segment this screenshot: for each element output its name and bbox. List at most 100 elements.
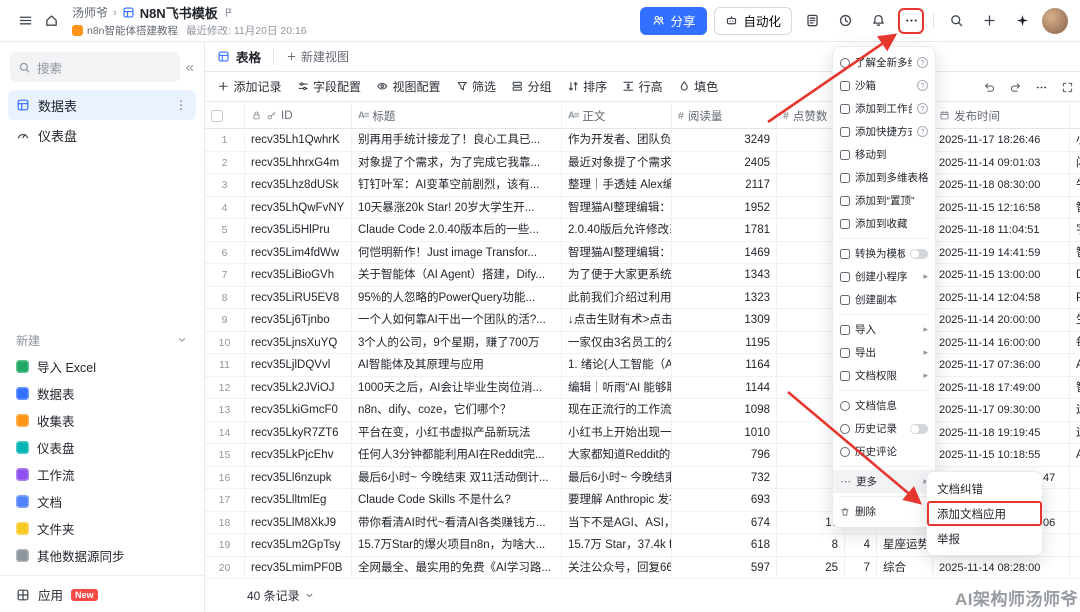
cell-time[interactable]: 2025-11-17 18:26:46	[933, 129, 1070, 151]
cell-title[interactable]: 1000天之后，AI会让毕业生岗位消...	[352, 377, 562, 399]
cell-time[interactable]: 2025-11-18 19:19:45	[933, 422, 1070, 444]
expand-button[interactable]	[1061, 81, 1074, 94]
cell-body[interactable]: 现在正流行的工作流项目...	[562, 399, 672, 421]
cell-views[interactable]: 1781	[672, 219, 777, 241]
column-header-num[interactable]	[205, 102, 245, 129]
cell-title[interactable]: 钉钉叶军：AI变革空前剧烈，该有...	[352, 174, 562, 196]
cell-extra[interactable]: 智	[1070, 242, 1080, 264]
cell-num[interactable]: 19	[205, 534, 245, 556]
cell-time[interactable]: 2025-11-18 17:49:00	[933, 377, 1070, 399]
cell-id[interactable]: recv35LhQwFvNY	[245, 197, 352, 219]
sidebar-new-section[interactable]: 新建	[0, 327, 204, 353]
cell-views[interactable]: 796	[672, 444, 777, 466]
menu-item-18[interactable]: 历史记录	[833, 417, 935, 440]
menu-item-9[interactable]: 转换为模板	[833, 242, 935, 265]
cell-time[interactable]: 2025-11-17 07:36:00	[933, 354, 1070, 376]
cell-body[interactable]: 1. 绪论(人工智能（AI）...	[562, 354, 672, 376]
cell-category[interactable]: 综合	[877, 557, 933, 579]
cell-num[interactable]: 16	[205, 467, 245, 489]
cell-views[interactable]: 1343	[672, 264, 777, 286]
share-button[interactable]: 分享	[640, 7, 707, 35]
cell-id[interactable]: recv35Ll6nzupk	[245, 467, 352, 489]
cell-id[interactable]: recv35Lhz8dUSk	[245, 174, 352, 196]
cell-num[interactable]: 11	[205, 354, 245, 376]
more-button[interactable]	[898, 8, 924, 34]
cell-id[interactable]: recv35Lk2JViOJ	[245, 377, 352, 399]
ai-sparkle-button[interactable]	[1009, 8, 1035, 34]
cell-time[interactable]: 2025-11-14 09:01:03	[933, 152, 1070, 174]
cell-views[interactable]: 618	[672, 534, 777, 556]
cell-body[interactable]: 关注公众号，回复666...	[562, 557, 672, 579]
doc-template-button[interactable]	[799, 8, 825, 34]
cell-views[interactable]: 1144	[672, 377, 777, 399]
menu-item-23[interactable]: 删除	[833, 500, 935, 523]
cell-num[interactable]: 2	[205, 152, 245, 174]
cell-views[interactable]: 674	[672, 512, 777, 534]
cell-extra[interactable]	[1070, 512, 1080, 534]
cell-body[interactable]: 编辑｜听雨“AI 能够取代...	[562, 377, 672, 399]
automation-button[interactable]: 自动化	[714, 7, 792, 35]
sidebar-new-item-2[interactable]: 收集表	[0, 407, 204, 434]
cell-views[interactable]: 1309	[672, 309, 777, 331]
cell-body[interactable]: 当下不是AGI、ASI，只...	[562, 512, 672, 534]
column-header-id[interactable]: ID	[245, 102, 352, 129]
cell-id[interactable]: recv35LhhrxG4m	[245, 152, 352, 174]
cell-title[interactable]: AI智能体及其原理与应用	[352, 354, 562, 376]
cell-comments[interactable]: 7	[845, 557, 877, 579]
cell-title[interactable]: 平台在变，小红书虚拟产品新玩法	[352, 422, 562, 444]
cell-title[interactable]: 全网最全、最实用的免费《AI学习路...	[352, 557, 562, 579]
cell-likes[interactable]: 8	[777, 534, 845, 556]
cell-views[interactable]: 597	[672, 557, 777, 579]
cell-id[interactable]: recv35LiBioGVh	[245, 264, 352, 286]
column-header-time[interactable]: 发布时间	[933, 102, 1070, 129]
cell-title[interactable]: 95%的人忽略的PowerQuery功能...	[352, 287, 562, 309]
cell-id[interactable]: recv35Lm2GpTsy	[245, 534, 352, 556]
cell-views[interactable]: 3249	[672, 129, 777, 151]
cell-time[interactable]: 2025-11-17 09:30:00	[933, 399, 1070, 421]
cell-body[interactable]: 大家都知道Reddit的评...	[562, 444, 672, 466]
cell-body[interactable]: 最后6小时~ 今晚结束 双...	[562, 467, 672, 489]
cell-title[interactable]: 任何人3分钟都能利用AI在Reddit完...	[352, 444, 562, 466]
cell-extra[interactable]: 牛	[1070, 174, 1080, 196]
cell-time[interactable]: 2025-11-15 10:18:55	[933, 444, 1070, 466]
cell-views[interactable]: 1195	[672, 332, 777, 354]
cell-extra[interactable]: 每	[1070, 332, 1080, 354]
cell-num[interactable]: 17	[205, 489, 245, 511]
cell-category[interactable]: 星座运势	[877, 534, 933, 556]
cell-num[interactable]: 10	[205, 332, 245, 354]
toolbar-action-1[interactable]: 视图配置	[376, 78, 441, 95]
history-button[interactable]	[832, 8, 858, 34]
cell-id[interactable]: recv35LlltmlEg	[245, 489, 352, 511]
column-header-extra[interactable]	[1070, 102, 1080, 129]
cell-time[interactable]: 2025-11-14 08:28:00	[933, 557, 1070, 579]
cell-body[interactable]: 小红书上开始出现一批...	[562, 422, 672, 444]
cell-views[interactable]: 1952	[672, 197, 777, 219]
cell-id[interactable]: recv35LmimPF0B	[245, 557, 352, 579]
search-button[interactable]	[943, 8, 969, 34]
cell-views[interactable]: 2117	[672, 174, 777, 196]
cell-num[interactable]: 6	[205, 242, 245, 264]
cell-id[interactable]: recv35Lim4fdWw	[245, 242, 352, 264]
item-more-icon[interactable]: ⋮	[175, 98, 188, 112]
toolbar-action-2[interactable]: 筛选	[456, 78, 497, 95]
more-button[interactable]	[1035, 81, 1048, 94]
sidebar-collapse-button[interactable]: «	[186, 60, 194, 75]
cell-extra[interactable]: 小	[1070, 129, 1080, 151]
menu-item-7[interactable]: 添加到收藏	[833, 212, 935, 235]
cell-body[interactable]: 整理｜手透娃 Alex编辑...	[562, 174, 672, 196]
cell-num[interactable]: 15	[205, 444, 245, 466]
cell-time[interactable]: 2025-11-14 16:00:00	[933, 332, 1070, 354]
cell-id[interactable]: recv35LkiGmcF0	[245, 399, 352, 421]
menu-item-0[interactable]: 了解全新多维表格?	[833, 51, 935, 74]
toolbar-action-4[interactable]: 排序	[567, 78, 608, 95]
cell-id[interactable]: recv35LkyR7ZT6	[245, 422, 352, 444]
cell-time[interactable]: 2025-11-18 08:30:00	[933, 174, 1070, 196]
cell-extra[interactable]: 生	[1070, 309, 1080, 331]
pin-button[interactable]	[223, 7, 234, 18]
cell-id[interactable]: recv35LlM8XkJ9	[245, 512, 352, 534]
cell-extra[interactable]: 运	[1070, 399, 1080, 421]
cell-extra[interactable]: Da	[1070, 264, 1080, 286]
cell-time[interactable]: 2025-11-15 12:16:58	[933, 197, 1070, 219]
cell-title[interactable]: 关于智能体（AI Agent）搭建，Dify...	[352, 264, 562, 286]
cell-comments[interactable]: 4	[845, 534, 877, 556]
